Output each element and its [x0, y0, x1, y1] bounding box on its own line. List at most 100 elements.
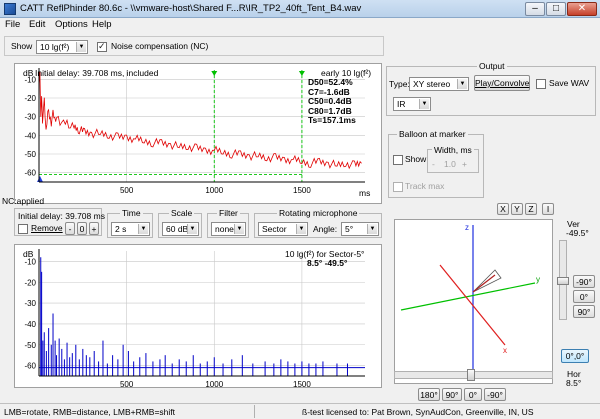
output-title: Output: [477, 61, 507, 71]
hor-minus90-button[interactable]: -90°: [484, 388, 506, 401]
width-decrement-button[interactable]: -: [432, 159, 435, 169]
x-axis-label: x: [503, 346, 507, 355]
menu-options[interactable]: Options: [55, 19, 88, 30]
orientation-3d-view[interactable]: z y x: [394, 219, 553, 384]
filter-select[interactable]: none ▼: [211, 222, 246, 236]
ir-select[interactable]: IR ▼: [393, 97, 431, 111]
filter-select-value: none: [215, 224, 234, 234]
output-type-select[interactable]: XY stereo ▼: [409, 77, 469, 91]
x-tick-label: 1000: [205, 380, 223, 387]
y-tick-label: -30: [24, 299, 36, 308]
remove-checkbox[interactable]: [18, 224, 28, 234]
start-marker-icon[interactable]: [37, 176, 43, 182]
hor-180-button[interactable]: 180°: [418, 388, 440, 401]
y-tick-label: -50: [24, 341, 36, 350]
noise-compensation-checkbox[interactable]: [97, 41, 107, 52]
y-tick-label: -30: [24, 113, 36, 122]
time-marker-handle[interactable]: [211, 71, 218, 76]
time-group: Time 2 s ▼: [107, 208, 153, 238]
width-group: Width, ms - 1.0 +: [427, 145, 479, 173]
width-value: 1.0: [444, 159, 456, 169]
width-increment-button[interactable]: +: [462, 159, 467, 169]
angle-select[interactable]: 5° ▼: [341, 222, 379, 236]
acoustic-metrics: D50=52.4% C7=-1.6dB C50=0.4dB C80=1.7dB …: [308, 77, 356, 126]
chevron-down-icon: ▼: [234, 224, 244, 234]
app-icon: [4, 3, 16, 15]
chevron-down-icon: ▼: [367, 224, 377, 234]
view-y-button[interactable]: Y: [511, 203, 523, 215]
chevron-down-icon: ▼: [138, 224, 148, 234]
balloon-show-checkbox[interactable]: [393, 155, 403, 165]
ir-select-value: IR: [397, 99, 406, 109]
x-tick-label: 1500: [293, 186, 311, 195]
early-decay-plot[interactable]: -10 -20 -30 -40 -50 -60 500 1000 1500 dB Initial…: [14, 63, 382, 204]
delay-zero-button[interactable]: 0: [77, 222, 87, 235]
delay-minus-button[interactable]: -: [65, 222, 75, 235]
status-hint: LMB=rotate, RMB=distance, LMB+RMB=shift: [4, 407, 176, 417]
rotating-microphone-title: Rotating microphone: [277, 208, 360, 218]
status-license: ß-test licensed to: Pat Brown, SynAudCon…: [302, 407, 534, 417]
top-plot-header: Initial delay: 39.708 ms, included: [35, 68, 159, 78]
status-divider: [254, 405, 255, 418]
ver-0-button[interactable]: 0°: [573, 290, 595, 303]
menu-bar: File Edit Options Help: [0, 18, 600, 32]
angle-select-value: 5°: [345, 224, 354, 234]
scale-group: Scale 60 dB ▼: [158, 208, 202, 238]
minimize-button[interactable]: –: [525, 2, 545, 16]
metric-ts: Ts=157.1ms: [308, 115, 356, 126]
play-convolve-button[interactable]: Play/Convolve: [474, 75, 530, 91]
save-wav-checkbox[interactable]: [536, 79, 546, 89]
y-axis-line: [400, 282, 536, 311]
horizontal-slider-track[interactable]: [394, 369, 553, 381]
close-button[interactable]: ✕: [567, 2, 597, 16]
rotating-microphone-value: Sector: [262, 224, 287, 234]
output-type-value: XY stereo: [413, 79, 451, 89]
initial-delay-group: Initial delay: 39.708 ms Remove - 0 +: [14, 208, 105, 236]
track-max-checkbox[interactable]: [393, 182, 403, 192]
view-z-button[interactable]: Z: [525, 203, 537, 215]
hor-0-button[interactable]: 0°: [464, 388, 482, 401]
ver-minus90-button[interactable]: -90°: [573, 275, 595, 288]
scale-select-value: 60 dB: [166, 224, 189, 234]
balloon-show-label: Show: [405, 154, 427, 164]
y-tick-label: -60: [24, 169, 36, 178]
balloon-title: Balloon at marker: [397, 129, 468, 139]
y-axis-label: y: [536, 275, 540, 284]
time-select[interactable]: 2 s ▼: [111, 222, 150, 236]
remove-label: Remove: [31, 223, 63, 233]
sector-plot[interactable]: -10 -20 -30 -40 -50 -60 500 1000 1500 dB 10 lg(f…: [14, 244, 382, 388]
x-tick-label: 500: [120, 186, 134, 195]
rotating-microphone-select[interactable]: Sector ▼: [258, 222, 308, 236]
hor-90-button[interactable]: 90°: [442, 388, 462, 401]
chevron-down-icon: ▼: [76, 42, 86, 52]
menu-help[interactable]: Help: [92, 19, 112, 30]
ver-90-button[interactable]: 90°: [573, 305, 595, 318]
toolbar: Show 10 lg(f²) ▼ Noise compensation (NC): [4, 36, 384, 56]
top-plot-x-unit: ms: [359, 188, 371, 198]
y-tick-label: -20: [24, 278, 36, 287]
delay-plus-button[interactable]: +: [89, 222, 99, 235]
scale-select[interactable]: 60 dB ▼: [162, 222, 199, 236]
maximize-button[interactable]: □: [546, 2, 566, 16]
menu-edit[interactable]: Edit: [29, 19, 45, 30]
x-tick-label: 1500: [293, 380, 311, 387]
ver-value: -49.5°: [566, 228, 589, 238]
view-x-button[interactable]: X: [497, 203, 509, 215]
reset-orientation-button[interactable]: 0°,0°: [561, 349, 589, 363]
title-bar: CATT ReflPhinder 80.6c - \\vmware-host\S…: [0, 0, 600, 18]
chevron-down-icon: ▼: [296, 224, 306, 234]
nc-applied-label: NC:applied: [2, 196, 45, 206]
menu-file[interactable]: File: [5, 19, 20, 30]
vertical-slider-track[interactable]: [557, 240, 569, 320]
y-tick-label: -50: [24, 150, 36, 159]
vertical-slider-thumb[interactable]: [557, 277, 569, 285]
horizontal-slider-thumb[interactable]: [467, 369, 475, 381]
z-axis-label: z: [465, 223, 469, 232]
noise-compensation-label: Noise compensation (NC): [111, 41, 209, 51]
show-select[interactable]: 10 lg(f²) ▼: [36, 40, 88, 54]
time-marker-handle[interactable]: [298, 71, 305, 76]
x-tick-label: 1000: [205, 186, 223, 195]
type-label: Type:: [389, 79, 410, 89]
view-i-button[interactable]: I: [542, 203, 554, 215]
initial-delay-label: Initial delay: 39.708 ms: [18, 211, 105, 221]
